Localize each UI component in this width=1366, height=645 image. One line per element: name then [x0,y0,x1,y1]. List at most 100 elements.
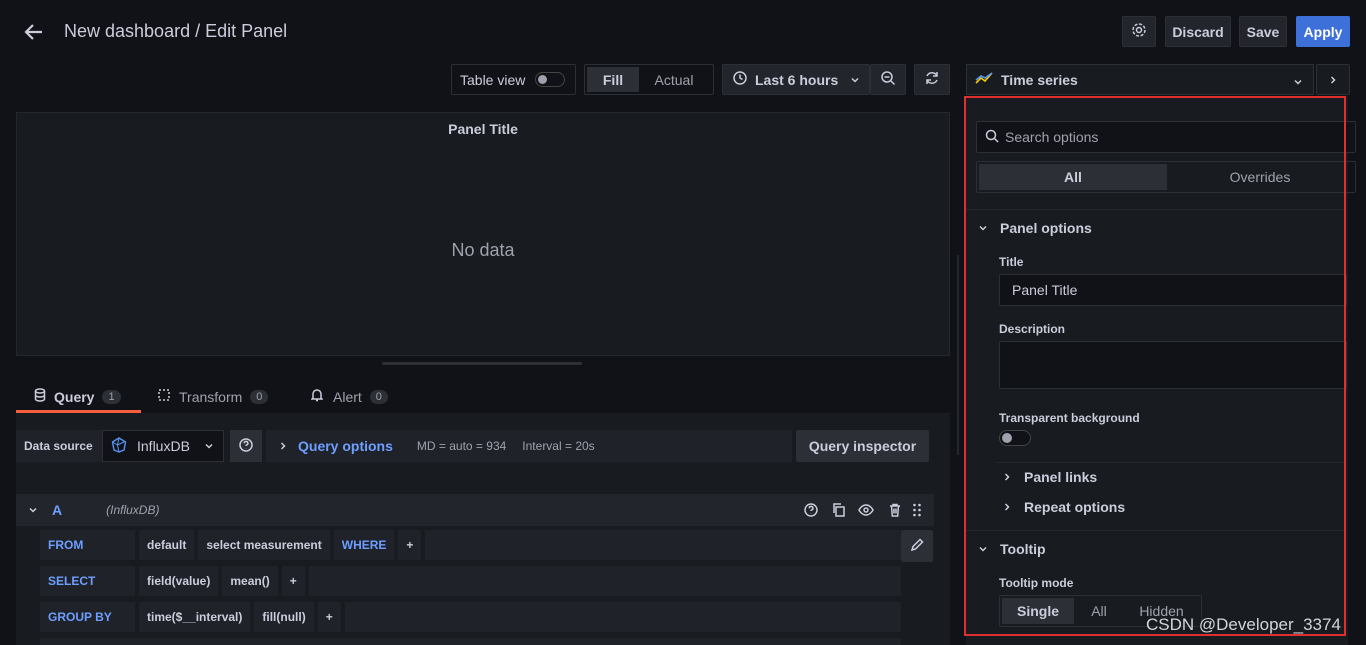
panel-title: Panel Title [448,121,518,137]
chevron-right-icon [1328,72,1338,88]
aggregation-segment[interactable]: mean() [222,566,278,596]
search-icon [985,129,999,146]
zoom-out-icon [880,70,896,89]
tab-overrides[interactable]: Overrides [1167,164,1353,190]
search-options-field[interactable] [976,121,1356,153]
chevron-down-icon [978,541,988,557]
options-separator [996,462,1346,463]
repeat-options-header[interactable]: Repeat options [1002,498,1125,516]
select-row-filler [308,566,901,596]
visualization-picker[interactable]: Time series [966,64,1314,95]
tooltip-mode-label: Tooltip mode [999,576,1074,590]
query-options-label: Query options [298,438,393,454]
from-row-filler [425,530,901,560]
chevron-down-icon [204,438,214,454]
resize-handle[interactable] [382,362,582,365]
select-row: SELECT field(value) mean() + [40,566,901,598]
group-by-row-filler [344,602,901,632]
time-range-picker[interactable]: Last 6 hours [722,64,870,95]
tab-all[interactable]: All [979,164,1167,190]
measurement-segment[interactable]: select measurement [198,530,330,560]
datasource-picker[interactable]: InfluxDB [102,430,224,462]
eye-icon[interactable] [858,503,874,520]
tooltip-mode-single[interactable]: Single [1002,598,1074,624]
table-view-label: Table view [460,71,526,88]
trash-icon[interactable] [888,503,902,520]
refresh-icon [924,70,940,89]
pane-divider[interactable] [957,255,959,455]
panel-options-header[interactable]: Panel options [978,219,1092,237]
interval-info: Interval = 20s [522,439,595,453]
datasource-label: Data source [16,430,102,462]
datasource-help-button[interactable] [230,430,262,462]
description-label: Description [999,322,1066,336]
datasource-name: InfluxDB [137,438,190,454]
collapse-query-icon[interactable] [28,502,38,518]
table-view-toggle[interactable]: Table view [451,64,576,95]
chevron-down-icon [850,72,860,88]
query-ref-id[interactable]: A [52,502,62,518]
query-options-bar[interactable]: Query options MD = auto = 934 Interval =… [266,430,792,462]
from-keyword-text: FROM [48,538,84,552]
add-group-by-button[interactable]: + [317,602,341,632]
group-by-keyword: GROUP BY [40,602,135,632]
panel-preview: Panel Title No data [16,112,950,356]
actual-option[interactable]: Actual [639,67,709,92]
tooltip-mode-all[interactable]: All [1074,598,1124,624]
tab-query-count: 1 [102,389,121,404]
drag-handle-icon[interactable] [912,503,922,520]
retention-policy-segment[interactable]: default [139,530,195,560]
fill-segment[interactable]: fill(null) [254,602,314,632]
tab-query[interactable]: Query 1 [16,383,141,413]
time-series-icon [975,71,993,88]
chevron-right-icon [278,438,288,454]
gear-icon [1131,22,1147,41]
settings-button[interactable] [1122,16,1156,47]
page-title: New dashboard / Edit Panel [64,21,288,41]
tab-alert-count: 0 [369,389,388,404]
add-where-button[interactable]: + [398,530,422,560]
query-inspector-button[interactable]: Query inspector [796,430,929,462]
discard-button[interactable]: Discard [1165,16,1231,47]
edit-raw-query-button[interactable] [901,530,933,562]
zoom-out-button[interactable] [870,64,906,95]
max-datapoints-info: MD = auto = 934 [416,439,507,453]
collapse-options-button[interactable] [1316,64,1350,95]
visualization-label: Time series [1001,71,1078,88]
search-options-input[interactable] [1005,129,1325,145]
chevron-down-icon [1293,74,1303,90]
description-textarea[interactable] [999,341,1347,389]
chevron-right-icon [1002,499,1012,515]
refresh-button[interactable] [914,64,950,95]
query-row-header: A (InfluxDB) [16,494,934,526]
duplicate-query-icon[interactable] [832,503,846,520]
back-arrow-icon[interactable] [22,20,46,44]
no-data-message: No data [451,240,515,260]
pencil-icon [910,537,924,555]
tab-alert-label: Alert [333,388,362,405]
tab-query-label: Query [54,388,95,405]
transparent-switch[interactable] [999,430,1031,446]
tab-alert[interactable]: Alert 0 [310,383,388,410]
influxdb-icon [111,436,127,456]
time-range-label: Last 6 hours [755,71,839,88]
query-help-icon[interactable] [804,503,818,520]
table-view-switch[interactable] [535,72,566,87]
tooltip-header[interactable]: Tooltip [978,540,1046,558]
watermark: CSDN @Developer_3374 [1146,615,1341,634]
from-row: FROM default select measurement WHERE + [40,530,901,562]
fill-option[interactable]: Fill [587,67,639,92]
panel-options-title: Panel options [1000,220,1092,236]
group-by-row: GROUP BY time($__interval) fill(null) + [40,602,901,634]
apply-button[interactable]: Apply [1296,16,1350,47]
select-keyword: SELECT [40,566,135,596]
panel-links-header[interactable]: Panel links [1002,468,1097,486]
title-input[interactable]: Panel Title [999,274,1347,306]
options-separator [966,530,1346,531]
add-select-button[interactable]: + [281,566,305,596]
tab-transform[interactable]: Transform 0 [157,383,269,410]
time-interval-segment[interactable]: time($__interval) [139,602,251,632]
field-segment[interactable]: field(value) [139,566,219,596]
save-button[interactable]: Save [1239,16,1287,47]
database-icon [34,388,46,405]
